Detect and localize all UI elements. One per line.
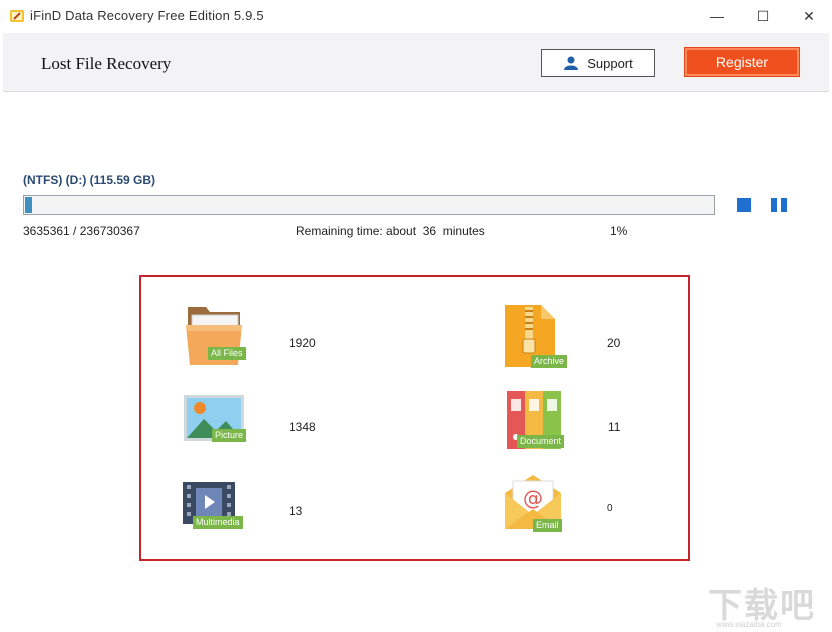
pause-button[interactable] <box>771 198 787 212</box>
user-icon <box>564 56 579 70</box>
category-label: Document <box>517 435 565 448</box>
maximize-button[interactable]: ☐ <box>740 0 786 32</box>
category-archive[interactable]: Archive <box>503 303 568 368</box>
support-label: Support <box>587 55 633 71</box>
svg-text:@: @ <box>523 486 543 510</box>
results-panel: All Files 1920 Archive 20 Picture 1348 D… <box>139 275 690 561</box>
category-label: Picture <box>212 429 247 442</box>
category-multimedia[interactable]: Multimedia <box>183 482 249 532</box>
progress-fill <box>25 197 32 213</box>
window-title: iFinD Data Recovery Free Edition 5.9.5 <box>30 8 264 23</box>
scanned-count: 3635361 / 236730367 <box>23 224 140 238</box>
title-bar: iFinD Data Recovery Free Edition 5.9.5 —… <box>0 0 832 32</box>
category-all-files[interactable]: All Files <box>184 303 246 367</box>
category-email[interactable]: @ Email <box>503 473 567 533</box>
category-label: Email <box>533 519 562 532</box>
category-label: All Files <box>208 347 246 360</box>
app-icon <box>10 10 24 22</box>
category-count: 13 <box>289 504 303 518</box>
category-count: 20 <box>607 336 621 350</box>
category-picture[interactable]: Picture <box>184 395 247 445</box>
minimize-button[interactable]: — <box>694 0 740 32</box>
category-document[interactable]: Document <box>505 389 567 451</box>
remaining-time: Remaining time: about 36 minutes <box>296 224 485 238</box>
scan-progress-bar <box>23 195 715 215</box>
category-count: 1348 <box>289 420 316 434</box>
close-button[interactable]: ✕ <box>786 0 832 32</box>
category-label: Archive <box>531 355 568 368</box>
category-count: 1920 <box>289 336 316 350</box>
header-bar: Lost File Recovery Support Register <box>3 33 829 92</box>
category-label: Multimedia <box>193 516 243 529</box>
register-button[interactable]: Register <box>684 47 800 77</box>
stop-button[interactable] <box>737 198 751 212</box>
category-count: 11 <box>608 420 621 434</box>
drive-label: (NTFS) (D:) (115.59 GB) <box>23 173 156 187</box>
progress-percent: 1% <box>610 224 628 238</box>
pause-bar-left <box>771 198 777 212</box>
support-button[interactable]: Support <box>541 49 655 77</box>
pause-bar-right <box>781 198 787 212</box>
category-count: 0 <box>607 503 613 514</box>
watermark-url: www.xiazaiba.com <box>716 620 782 629</box>
page-title: Lost File Recovery <box>41 54 172 73</box>
